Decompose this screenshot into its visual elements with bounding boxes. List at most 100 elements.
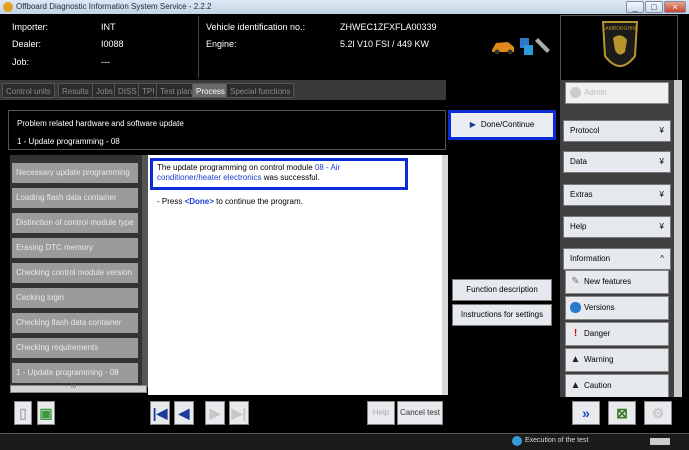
step-item[interactable]: Necessary update programming [12,163,138,183]
vin-label: Vehicle identification no.: [206,22,306,32]
forward-icon[interactable]: » [572,401,600,425]
sidebar-information-label: Information [570,254,611,263]
info-danger-label: Danger [584,329,611,338]
brand-logo-box: LAMBORGHINI [560,15,678,81]
step-item[interactable]: Checking control module version [12,263,138,283]
maximize-button[interactable]: □ [645,1,663,13]
progress-indicator [650,438,670,445]
message-suffix: was successful. [261,173,320,182]
importer-value: INT [101,22,116,32]
app-icon [3,2,13,12]
done-continue-button[interactable]: ▶ Done/Continue [448,110,556,140]
tab-results[interactable]: Results [58,83,93,98]
scroll-grip: III [71,384,77,390]
info-danger[interactable]: ! Danger [565,322,669,346]
cancel-test-button[interactable]: Cancel test [397,401,443,425]
status-text: Execution of the test [525,437,589,444]
play-icon: ▶ [469,120,476,129]
dealer-value: I0088 [101,39,124,49]
info-caution[interactable]: ▲ Caution [565,374,669,398]
settings-icon: ⚙ [644,401,672,425]
sidebar-help-label: Help [570,222,587,231]
window-title: Offboard Diagnostic Information System S… [16,2,212,11]
sidebar-protocol-label: Protocol [570,126,600,135]
step-item[interactable]: Distinction of control module type [12,213,138,233]
sidebar-data[interactable]: Data ¥ [563,151,671,173]
message-prefix: The update programming on control module [157,163,315,172]
previous-step-icon[interactable]: ◀ [174,401,194,425]
admin-button[interactable]: Admin [565,82,669,104]
info-versions-label: Versions [584,303,615,312]
first-step-icon[interactable]: |◀ [150,401,170,425]
engine-label: Engine: [206,39,237,49]
function-panel [448,155,558,395]
step-list: Necessary update programming Loading fla… [10,155,147,387]
instructions-for-settings-button[interactable]: Instructions for settings [452,304,552,326]
step-list-hscrollbar[interactable]: III [10,384,147,393]
step-item[interactable]: Checking requirements [12,338,138,358]
content-pane [148,155,444,395]
importer-label: Importer: [12,22,49,32]
instruction-suffix: to continue the program. [213,197,303,206]
sidebar-data-label: Data [570,157,587,166]
dealer-label: Dealer: [12,39,42,49]
sidebar-information[interactable]: Information ^ [563,248,671,270]
step-item[interactable]: Erasing DTC memory [12,238,138,258]
vehicle-connection-icons [488,30,554,60]
instruction-line: - Press <Done> to continue the program. [157,197,303,206]
database-icon [570,302,581,313]
status-icon [512,436,522,446]
close-button[interactable]: × [664,1,686,13]
chevron-down-icon: ¥ [659,157,664,166]
admin-label: Admin [584,88,607,97]
last-step-icon: ▶| [229,401,249,425]
chevron-down-icon: ¥ [659,222,664,231]
sidebar-help[interactable]: Help ¥ [563,216,671,238]
caution-icon: ▲ [570,380,581,391]
vin-value: ZHWEC1ZFXFLA00339 [340,22,437,32]
main-tabs: Control units Results Jobs DISS TPI Test… [0,80,446,100]
car-connection-icon [492,38,550,55]
function-description-button[interactable]: Function description [452,279,552,301]
chevron-down-icon: ¥ [659,126,664,135]
step-item[interactable]: Checking flash data container [12,313,138,333]
help-button[interactable]: Help [367,401,395,425]
info-new-features[interactable]: ✎ New features [565,270,669,294]
step-item-current[interactable]: 1 - Update programming - 08 [12,363,138,383]
danger-icon: ! [573,328,578,339]
step-item[interactable]: Loading flash data container [12,188,138,208]
lamborghini-logo-icon: LAMBORGHINI [601,21,639,67]
info-versions[interactable]: Versions [565,296,669,320]
header-divider [198,16,199,78]
info-caution-label: Caution [584,381,612,390]
screenshot-icon[interactable]: ⊠ [608,401,636,425]
tab-test-plan[interactable]: Test plan [156,83,197,98]
step-item[interactable]: Cecking login [12,288,138,308]
warning-icon: ▲ [570,354,581,365]
sidebar-extras-label: Extras [570,190,593,199]
sidebar-protocol[interactable]: Protocol ¥ [563,120,671,142]
process-title: Problem related hardware and software up… [17,119,184,128]
sidebar-scrollbar[interactable] [674,80,682,398]
process-step-name: 1 - Update programming - 08 [17,137,120,146]
chevron-down-icon: ¥ [659,190,664,199]
job-value: --- [101,57,110,67]
admin-icon [570,87,581,98]
sidebar-extras[interactable]: Extras ¥ [563,184,671,206]
process-info-bar: Problem related hardware and software up… [8,110,446,150]
instruction-prefix: - Press [157,197,185,206]
wrench-icon: ✎ [571,276,580,287]
tab-control-units[interactable]: Control units [2,83,55,98]
tab-diss[interactable]: DISS [114,83,141,98]
tab-special-functions[interactable]: Special functions [226,83,295,98]
document-icon[interactable]: ▯ [14,401,32,425]
job-label: Job: [12,57,30,67]
done-continue-label: Done/Continue [480,120,535,129]
info-warning[interactable]: ▲ Warning [565,348,669,372]
print-document-icon[interactable]: ▣ [37,401,55,425]
tab-process[interactable]: Process [192,83,229,98]
window-titlebar: Offboard Diagnostic Information System S… [0,0,689,14]
instruction-key: <Done> [184,197,214,206]
chevron-up-icon: ^ [660,254,664,263]
minimize-button[interactable]: _ [626,1,644,13]
